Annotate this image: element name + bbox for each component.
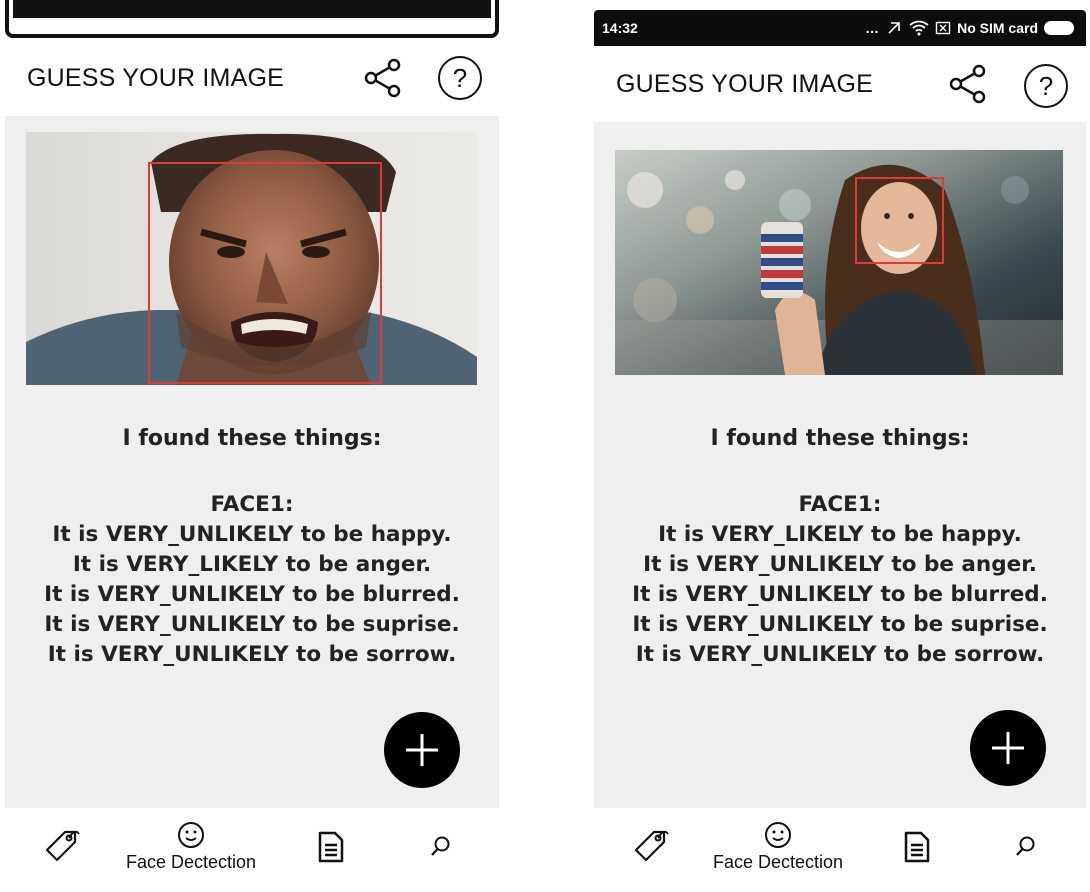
analyzed-photo [26,132,477,385]
screen-angry-face: GUESS YOUR IMAGE ? I found these things:… [5,0,499,892]
face-label: FACE1: [210,492,294,517]
analysis-results: I found these things: FACE1: It is VERY_… [5,424,499,670]
wifi-icon [909,20,929,36]
add-image-button[interactable] [970,710,1046,786]
device-frame [5,0,499,38]
bottom-navigation: Face Dectection [5,808,499,892]
nav-item-document[interactable] [315,830,347,864]
plus-icon [992,732,1024,764]
more-dots-icon: … [865,20,880,36]
results-heading: I found these things: [122,426,382,451]
nav-item-document[interactable] [901,830,933,864]
search-icon [1016,836,1035,856]
tag-icon [45,830,80,862]
bottom-navigation: Face Dectection [594,808,1086,892]
analysis-results: I found these things: FACE1: It is VERY_… [594,424,1086,670]
document-icon [318,831,344,863]
battery-icon [1044,21,1074,35]
result-line-surprise: It is VERY_UNLIKELY to be suprise. [632,612,1048,637]
search-icon [431,836,450,856]
content-area: I found these things: FACE1: It is VERY_… [594,122,1086,808]
result-line-surprise: It is VERY_UNLIKELY to be suprise. [44,612,460,637]
result-line-happy: It is VERY_LIKELY to be happy. [658,522,1022,547]
sim-icon [935,21,951,35]
analyzed-photo [615,150,1063,375]
nav-item-tags[interactable] [41,826,81,866]
status-time: 14:32 [602,20,638,36]
share-icon[interactable] [946,62,990,106]
nav-label-face-detection: Face Dectection [713,852,844,872]
result-line-happy: It is VERY_UNLIKELY to be happy. [52,522,452,547]
add-image-button[interactable] [384,712,460,788]
result-line-sorrow: It is VERY_UNLIKELY to be sorrow. [47,642,457,667]
carrier-text: No SIM card [957,20,1038,36]
app-title: GUESS YOUR IMAGE [27,63,284,92]
face-bounding-box [148,162,382,384]
sync-off-icon [888,22,900,34]
screen-happy-face: 14:32 … No SIM card GUESS YOUR IMAGE ? I… [594,0,1086,892]
face-label: FACE1: [798,492,882,517]
content-area: I found these things: FACE1: It is VERY_… [5,116,499,808]
help-icon[interactable]: ? [1024,64,1068,108]
plus-icon [406,734,438,766]
smiley-icon [178,822,205,848]
tag-icon [634,830,669,862]
app-bar: GUESS YOUR IMAGE ? [5,40,499,116]
status-bar: 14:32 … No SIM card [594,10,1086,46]
nav-item-search[interactable] [1014,834,1038,858]
status-bar [5,0,499,40]
result-line-blurred: It is VERY_UNLIKELY to be blurred. [44,582,460,607]
result-line-anger: It is VERY_UNLIKELY to be anger. [643,552,1037,577]
app-bar: GUESS YOUR IMAGE ? [594,46,1086,122]
nav-item-face-detection[interactable]: Face Dectection [713,820,843,873]
document-icon [904,831,930,863]
face-bounding-box [855,177,944,264]
help-icon[interactable]: ? [438,56,482,100]
nav-item-search[interactable] [429,834,453,858]
nav-item-tags[interactable] [630,826,670,866]
share-icon[interactable] [361,56,405,100]
result-line-anger: It is VERY_LIKELY to be anger. [72,552,432,577]
app-title: GUESS YOUR IMAGE [616,69,873,98]
nav-item-face-detection[interactable]: Face Dectection [126,820,256,873]
smiley-icon [765,822,792,848]
result-line-sorrow: It is VERY_UNLIKELY to be sorrow. [635,642,1045,667]
nav-label-face-detection: Face Dectection [126,852,257,872]
results-heading: I found these things: [710,426,970,451]
result-line-blurred: It is VERY_UNLIKELY to be blurred. [632,582,1048,607]
